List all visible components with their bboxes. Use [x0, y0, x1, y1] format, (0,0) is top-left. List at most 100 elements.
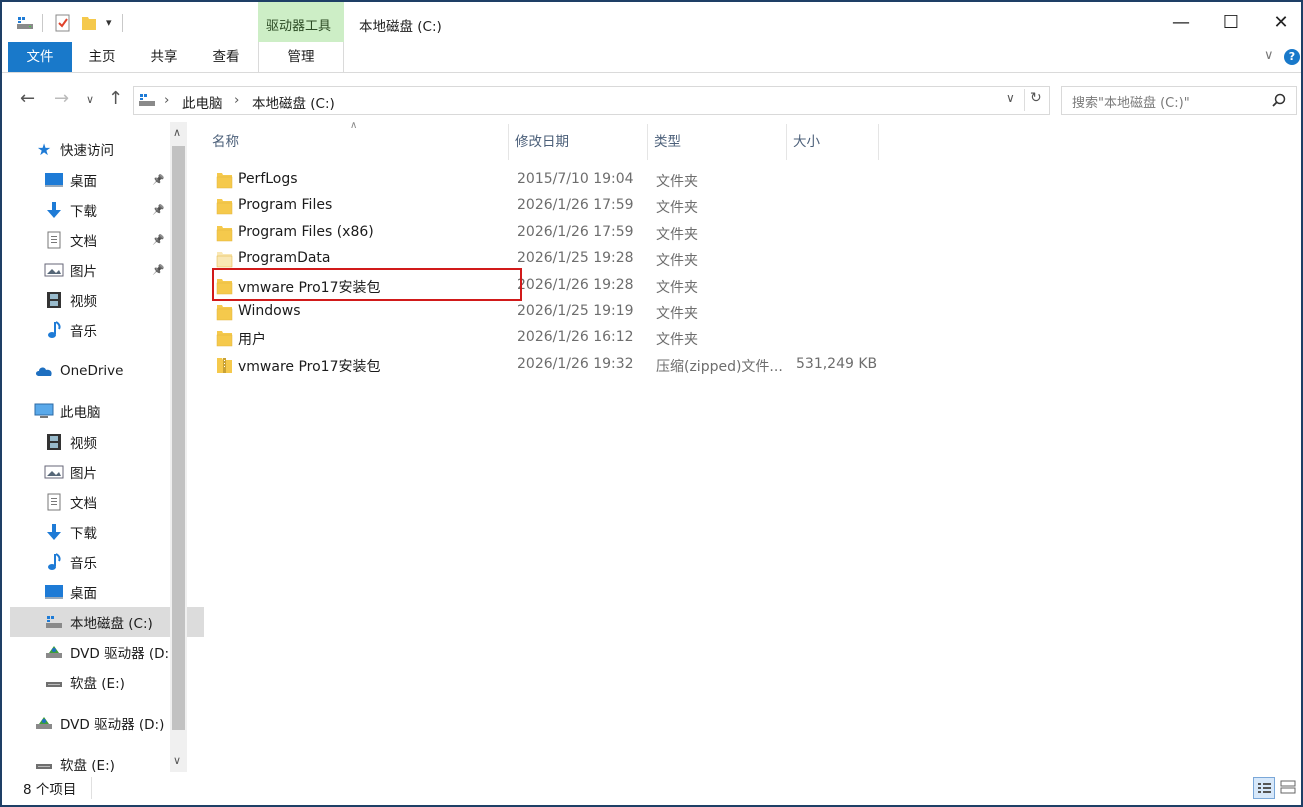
- scroll-up-icon[interactable]: ∧: [173, 126, 181, 139]
- address-dropdown-icon[interactable]: ∨: [1006, 91, 1015, 105]
- file-date: 2026/1/25 19:19: [517, 303, 634, 319]
- column-divider[interactable]: [786, 124, 787, 160]
- breadcrumb-chevron-icon[interactable]: ›: [234, 92, 239, 108]
- folder-icon: [216, 224, 233, 242]
- minimize-button[interactable]: —: [1156, 2, 1206, 42]
- column-header-name[interactable]: 名称: [212, 124, 239, 160]
- file-date: 2026/1/26 17:59: [517, 197, 634, 214]
- file-name: PerfLogs: [238, 171, 298, 187]
- nav-label: 图片: [70, 264, 97, 280]
- nav-label: 软盘 (E:): [70, 676, 125, 692]
- sort-ascending-icon: ∧: [350, 120, 358, 131]
- search-icon[interactable]: [1272, 93, 1286, 107]
- nav-label: 桌面: [70, 174, 97, 190]
- tab-manage[interactable]: 管理: [258, 42, 344, 72]
- separator: [91, 777, 92, 799]
- breadcrumb-local-disk[interactable]: 本地磁盘 (C:): [252, 92, 335, 112]
- pin-icon[interactable]: 📌: [152, 205, 164, 216]
- file-row[interactable]: 用户 2026/1/26 16:12 文件夹: [208, 325, 888, 351]
- nav-label: 视频: [70, 294, 97, 310]
- file-type: 文件夹: [656, 253, 698, 270]
- music-icon: [44, 553, 64, 571]
- breadcrumb-this-pc[interactable]: 此电脑: [182, 92, 223, 112]
- drive-icon[interactable]: [16, 14, 34, 32]
- back-icon[interactable]: ←: [20, 88, 35, 109]
- forward-icon[interactable]: →: [54, 88, 69, 109]
- file-type: 文件夹: [656, 226, 698, 243]
- column-header-date[interactable]: 修改日期: [515, 124, 569, 160]
- folder-icon: [216, 250, 233, 268]
- file-type: 文件夹: [656, 174, 698, 190]
- quick-access-dropdown-icon[interactable]: ▾: [106, 16, 112, 29]
- separator: [1024, 89, 1025, 111]
- nav-label: 软盘 (E:): [60, 758, 115, 774]
- up-icon[interactable]: ↑: [108, 88, 123, 109]
- ribbon-tabs: 文件 主页 共享 查看 管理 ∨ ?: [2, 42, 1301, 73]
- breadcrumb-chevron-icon[interactable]: ›: [164, 92, 169, 108]
- scrollbar-thumb[interactable]: [172, 146, 185, 730]
- desktop-icon: [44, 583, 64, 601]
- pin-icon[interactable]: 📌: [152, 265, 164, 276]
- nav-label: 音乐: [70, 324, 97, 340]
- nav-label: 视频: [70, 436, 97, 452]
- maximize-button[interactable]: ☐: [1206, 2, 1256, 42]
- properties-icon[interactable]: [54, 14, 72, 32]
- pin-icon[interactable]: 📌: [152, 175, 164, 186]
- music-icon: [44, 321, 64, 339]
- details-view-icon[interactable]: [1253, 777, 1275, 799]
- column-divider[interactable]: [647, 124, 648, 160]
- file-row[interactable]: Program Files (x86) 2026/1/26 17:59 文件夹: [208, 220, 888, 246]
- nav-label: OneDrive: [60, 363, 124, 379]
- pin-icon[interactable]: 📌: [152, 235, 164, 246]
- file-row[interactable]: vmware Pro17安装包 2026/1/26 19:32 压缩(zipped)…: [208, 352, 888, 378]
- video-icon: [44, 291, 64, 309]
- file-row[interactable]: PerfLogs 2015/7/10 19:04 文件夹: [208, 167, 888, 193]
- new-folder-icon[interactable]: [80, 14, 98, 32]
- tab-view[interactable]: 查看: [200, 42, 252, 72]
- file-name: vmware Pro17安装包: [238, 358, 381, 375]
- help-icon[interactable]: ?: [1284, 49, 1300, 65]
- drive-icon: [44, 613, 64, 631]
- tab-home[interactable]: 主页: [76, 42, 128, 72]
- scroll-down-icon[interactable]: ∨: [173, 754, 181, 767]
- file-type: 文件夹: [656, 306, 698, 322]
- file-name: ProgramData: [238, 250, 331, 267]
- status-bar: 8 个项目: [2, 772, 1301, 805]
- recent-locations-icon[interactable]: ∨: [86, 93, 94, 106]
- column-divider[interactable]: [878, 124, 879, 160]
- refresh-icon[interactable]: ↻: [1030, 90, 1042, 106]
- separator: [122, 14, 123, 32]
- tab-share[interactable]: 共享: [138, 42, 190, 72]
- context-tab-group: 驱动器工具: [258, 2, 344, 42]
- column-header-type[interactable]: 类型: [654, 124, 681, 160]
- search-input[interactable]: 搜索"本地磁盘 (C:)": [1061, 86, 1297, 115]
- search-placeholder: 搜索"本地磁盘 (C:)": [1072, 96, 1190, 111]
- floppy-icon: [44, 673, 64, 691]
- close-button[interactable]: ✕: [1256, 2, 1301, 42]
- file-date: 2026/1/26 17:59: [517, 223, 634, 240]
- ribbon-expand-icon[interactable]: ∨: [1264, 48, 1274, 63]
- column-divider[interactable]: [508, 124, 509, 160]
- nav-label: DVD 驱动器 (D:: [70, 646, 170, 662]
- pictures-icon: [44, 463, 64, 481]
- highlight-annotation: [212, 268, 522, 301]
- file-row[interactable]: Windows 2026/1/25 19:19 文件夹: [208, 299, 888, 325]
- download-icon: [44, 523, 64, 541]
- file-name: 用户: [238, 332, 266, 349]
- nav-scrollbar[interactable]: ∧ ∨: [170, 122, 187, 772]
- tab-file[interactable]: 文件: [8, 42, 72, 72]
- nav-label: 下载: [70, 526, 97, 542]
- file-type: 文件夹: [656, 279, 698, 296]
- nav-label: 图片: [70, 466, 97, 482]
- file-row[interactable]: Program Files 2026/1/26 17:59 文件夹: [208, 193, 888, 219]
- item-count: 8 个项目: [23, 782, 77, 798]
- file-size: 531,249 KB: [796, 355, 878, 372]
- nav-label: 文档: [70, 496, 97, 512]
- large-icons-view-icon[interactable]: [1278, 777, 1298, 797]
- file-date: 2015/7/10 19:04: [517, 171, 634, 187]
- address-bar[interactable]: › 此电脑 › 本地磁盘 (C:) ∨ ↻: [133, 86, 1050, 115]
- document-icon: [44, 493, 64, 511]
- window-title: 本地磁盘 (C:): [359, 19, 442, 35]
- column-header-size[interactable]: 大小: [793, 124, 820, 160]
- explorer-window: ▾ 驱动器工具 本地磁盘 (C:) — ☐ ✕ 文件 主页 共享 查看 管理 ∨…: [2, 2, 1301, 805]
